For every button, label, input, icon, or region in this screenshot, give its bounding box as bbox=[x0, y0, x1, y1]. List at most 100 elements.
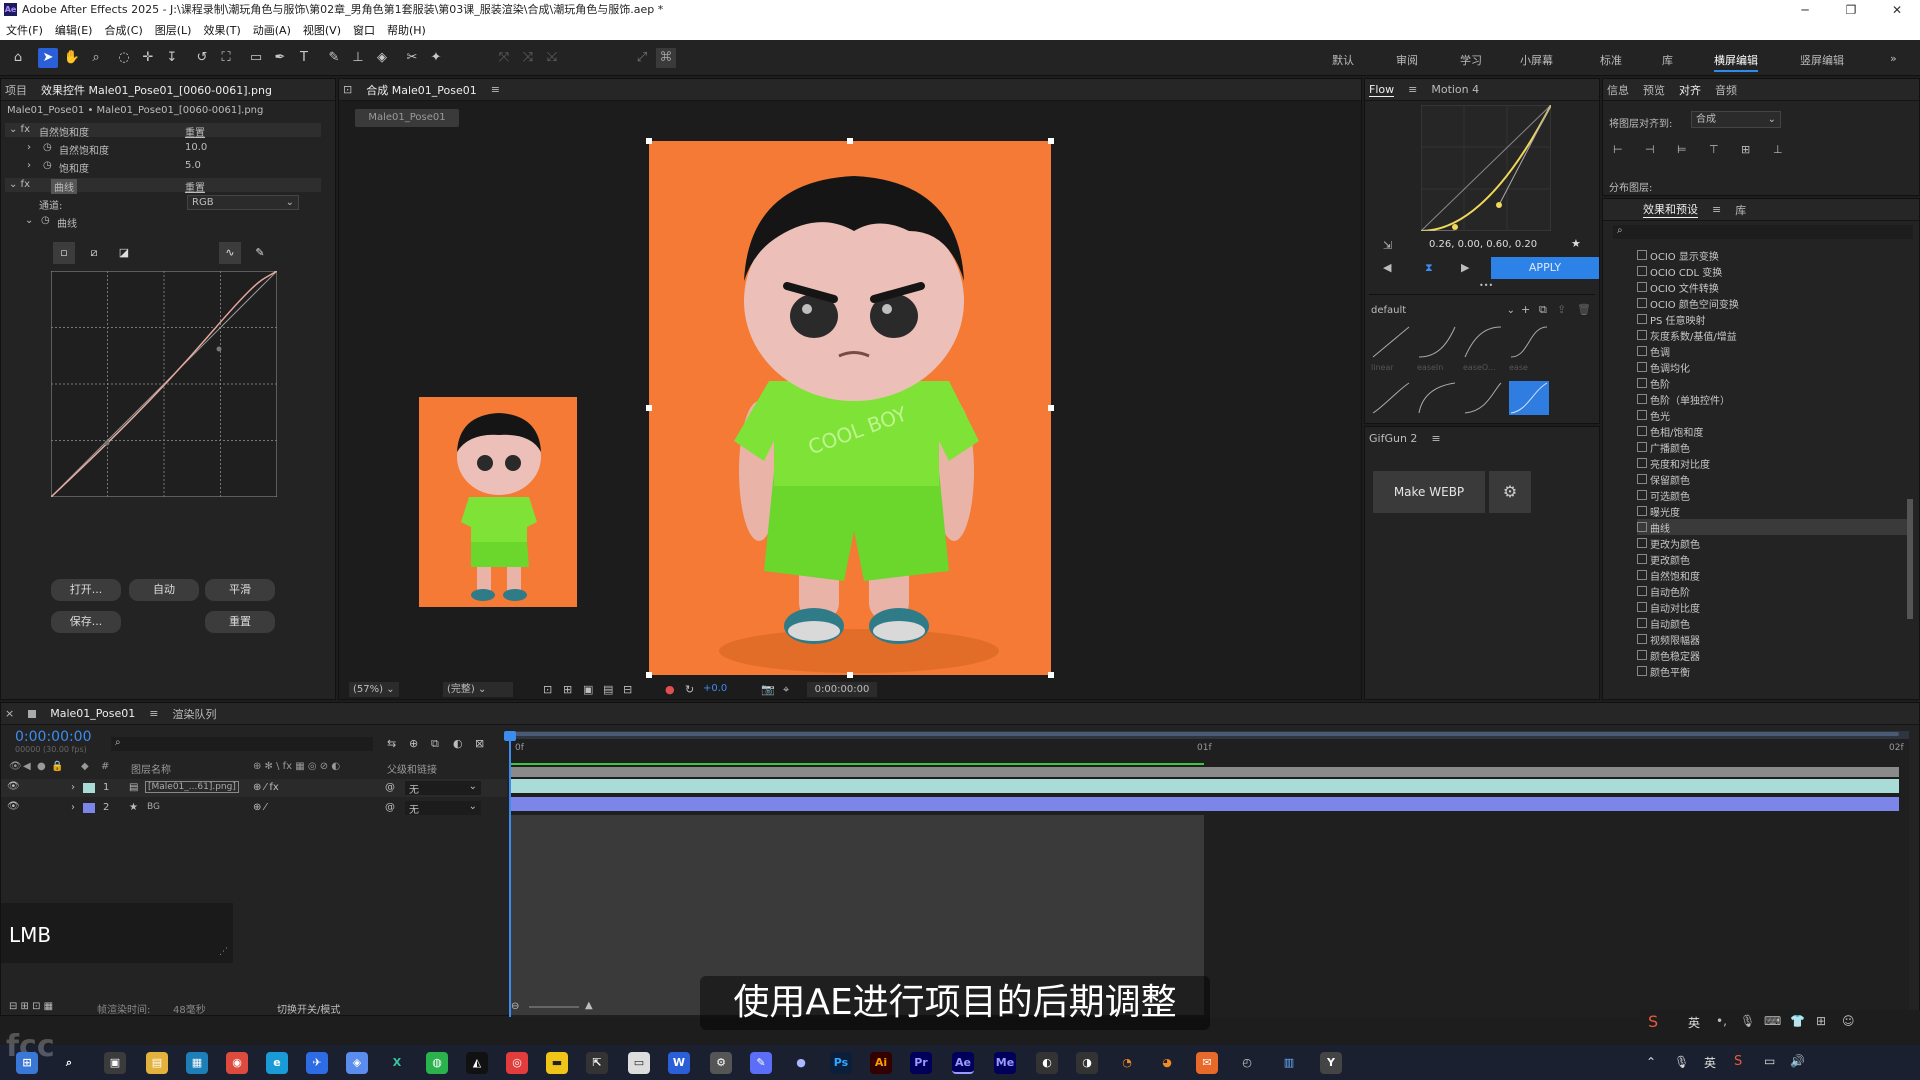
visibility-eye-icon[interactable]: 👁 bbox=[7, 781, 20, 792]
tray-chevron-up-icon[interactable]: ⌃ bbox=[1646, 1055, 1656, 1069]
exposure-value[interactable]: +0.0 bbox=[703, 683, 727, 694]
visibility-eye-icon[interactable]: 👁 bbox=[7, 801, 20, 812]
list-item[interactable]: OCIO 显示变换 bbox=[1637, 247, 1907, 263]
flow-hourglass-icon[interactable]: ⧗ bbox=[1425, 261, 1433, 275]
region-icon[interactable]: ⊡ bbox=[543, 683, 552, 696]
tab-motion4[interactable]: Motion 4 bbox=[1431, 83, 1479, 96]
curves-smooth-button[interactable]: 平滑 bbox=[205, 579, 275, 601]
export-preset-icon[interactable]: ⇪ bbox=[1557, 303, 1566, 316]
playhead[interactable] bbox=[509, 731, 511, 1017]
tab-timeline-comp[interactable]: Male01_Pose01 bbox=[50, 707, 135, 720]
layer-label-color[interactable] bbox=[83, 783, 95, 793]
word-icon[interactable]: W bbox=[668, 1052, 690, 1074]
comp-breadcrumb-chip[interactable]: Male01_Pose01 bbox=[355, 109, 459, 127]
layer-label-color[interactable] bbox=[83, 803, 95, 813]
work-area-bar[interactable] bbox=[509, 732, 1899, 736]
minimize-button[interactable]: ─ bbox=[1782, 0, 1828, 20]
draft-3d-icon[interactable]: ⊕ bbox=[409, 737, 418, 750]
list-item[interactable]: 亮度和对比度 bbox=[1637, 455, 1907, 471]
preset-curve-8-selected[interactable] bbox=[1509, 381, 1549, 415]
hand-tool-icon[interactable]: ✋ bbox=[62, 48, 82, 68]
toolbox-icon[interactable]: ⊞ bbox=[1816, 1014, 1826, 1028]
list-item[interactable]: 自动色阶 bbox=[1637, 583, 1907, 599]
task-view-icon[interactable]: ▣ bbox=[104, 1052, 126, 1074]
qq-icon[interactable]: ◭ bbox=[466, 1052, 488, 1074]
tray-ime-label[interactable]: 英 bbox=[1704, 1054, 1716, 1071]
flow-apply-button[interactable]: APPLY bbox=[1491, 257, 1599, 279]
snap-icon[interactable]: ⤢ bbox=[632, 48, 652, 68]
sogou-icon[interactable]: S bbox=[1648, 1012, 1658, 1031]
saturation-expand-icon[interactable]: › bbox=[27, 160, 31, 171]
timeline-current-time[interactable]: 0:00:00:00 bbox=[15, 729, 92, 745]
comp-canvas[interactable]: COOL BOY bbox=[649, 141, 1051, 675]
panel-menu-icon[interactable]: ≡ bbox=[1431, 432, 1440, 445]
preset-curve-5[interactable] bbox=[1371, 381, 1411, 415]
layer2-track-bar[interactable] bbox=[509, 797, 1899, 811]
toggle-switches-modes[interactable]: 切换开关/模式 bbox=[277, 1001, 340, 1016]
list-item[interactable]: 颜色平衡 bbox=[1637, 663, 1907, 679]
axis2-icon[interactable]: ⤨ bbox=[518, 48, 538, 68]
mail-icon[interactable]: ✉ bbox=[1196, 1052, 1218, 1074]
panel-menu-icon[interactable]: ≡ bbox=[491, 83, 500, 96]
list-item[interactable]: 自动颜色 bbox=[1637, 615, 1907, 631]
mic-icon[interactable]: 🎙 bbox=[1740, 1014, 1755, 1028]
workspace-library[interactable]: 库 bbox=[1662, 52, 1673, 68]
home-icon[interactable]: ⌂ bbox=[8, 48, 28, 68]
punct-icon[interactable]: •, bbox=[1716, 1014, 1727, 1028]
curve-grid-medium-icon[interactable]: ⧄ bbox=[83, 242, 105, 264]
fx2-reset-link[interactable]: 重置 bbox=[185, 179, 205, 194]
menu-effect[interactable]: 效果(T) bbox=[203, 22, 240, 38]
file-explorer-icon[interactable]: ▤ bbox=[146, 1052, 168, 1074]
parent-dropdown[interactable]: 无 ⌄ bbox=[405, 801, 481, 816]
menu-animation[interactable]: 动画(A) bbox=[253, 22, 291, 38]
resolution-dropdown[interactable]: (完整) ⌄ bbox=[443, 682, 513, 697]
start-windows-icon[interactable]: ⊞ bbox=[16, 1052, 38, 1074]
shy-icon[interactable]: ⧉ bbox=[431, 737, 439, 751]
orbit-tool-icon[interactable]: ◌ bbox=[114, 48, 134, 68]
close-icon[interactable]: × bbox=[5, 707, 14, 720]
list-item[interactable]: 可选颜色 bbox=[1637, 487, 1907, 503]
timeline-search-input[interactable]: ⌕ bbox=[111, 737, 373, 751]
stopwatch-icon[interactable]: ◷ bbox=[43, 160, 52, 171]
workspace-more-icon[interactable]: » bbox=[1890, 52, 1897, 65]
curve-grid-small-icon[interactable]: ▫ bbox=[53, 242, 75, 264]
align-vcenter-icon[interactable]: ⊞ bbox=[1741, 143, 1750, 156]
safe-zones-icon[interactable]: ⊟ bbox=[623, 683, 632, 696]
media-encoder-icon[interactable]: Me bbox=[994, 1052, 1016, 1074]
tab-preview[interactable]: 预览 bbox=[1643, 82, 1665, 98]
zoom-tool-icon[interactable]: ⌕ bbox=[86, 48, 106, 68]
frame-blending-icon[interactable]: ◐ bbox=[453, 737, 463, 750]
menu-help[interactable]: 帮助(H) bbox=[387, 22, 426, 38]
layer-switches-icon[interactable]: ⊕ ⁄ bbox=[253, 802, 266, 813]
app-y-icon[interactable]: Y bbox=[1320, 1052, 1342, 1074]
list-item[interactable]: 自然饱和度 bbox=[1637, 567, 1907, 583]
ime-lang-label[interactable]: 英 bbox=[1688, 1014, 1700, 1031]
panel-menu-icon[interactable]: ≡ bbox=[149, 707, 158, 720]
workspace-portrait[interactable]: 竖屏编辑 bbox=[1800, 52, 1844, 68]
expand-icon[interactable]: › bbox=[71, 782, 75, 793]
stopwatch-icon[interactable]: ◷ bbox=[41, 215, 50, 226]
close-button[interactable]: ✕ bbox=[1874, 0, 1920, 20]
playhead-handle[interactable] bbox=[504, 731, 516, 741]
tray-mic-icon[interactable]: 🎙 bbox=[1674, 1055, 1689, 1069]
effects-scrollbar[interactable] bbox=[1907, 499, 1913, 619]
app-bars-icon[interactable]: ▥ bbox=[1278, 1052, 1300, 1074]
curves-graph[interactable] bbox=[51, 271, 277, 497]
store-icon[interactable]: ▦ bbox=[186, 1052, 208, 1074]
excel-like-icon[interactable]: X bbox=[386, 1052, 408, 1074]
list-item[interactable]: 曲线 bbox=[1637, 519, 1907, 535]
menu-edit[interactable]: 编辑(E) bbox=[55, 22, 93, 38]
app-launcher-icon[interactable]: ⇱ bbox=[586, 1052, 608, 1074]
axis3-icon[interactable]: ⤩ bbox=[542, 48, 562, 68]
lock-icon[interactable]: ⊡ bbox=[343, 83, 352, 96]
timeline-zoom-slider[interactable] bbox=[529, 1006, 579, 1008]
list-item[interactable]: OCIO 文件转换 bbox=[1637, 279, 1907, 295]
tab-flow[interactable]: Flow bbox=[1369, 83, 1395, 97]
add-preset-icon[interactable]: + bbox=[1521, 303, 1530, 316]
preset-curve-linear[interactable] bbox=[1371, 325, 1411, 359]
photoshop-icon[interactable]: Ps bbox=[830, 1052, 852, 1074]
curve-grid-large-icon[interactable]: ◪ bbox=[113, 242, 135, 264]
menu-file[interactable]: 文件(F) bbox=[6, 22, 43, 38]
list-item[interactable]: 色阶 bbox=[1637, 375, 1907, 391]
restore-button[interactable]: ❐ bbox=[1828, 0, 1874, 20]
